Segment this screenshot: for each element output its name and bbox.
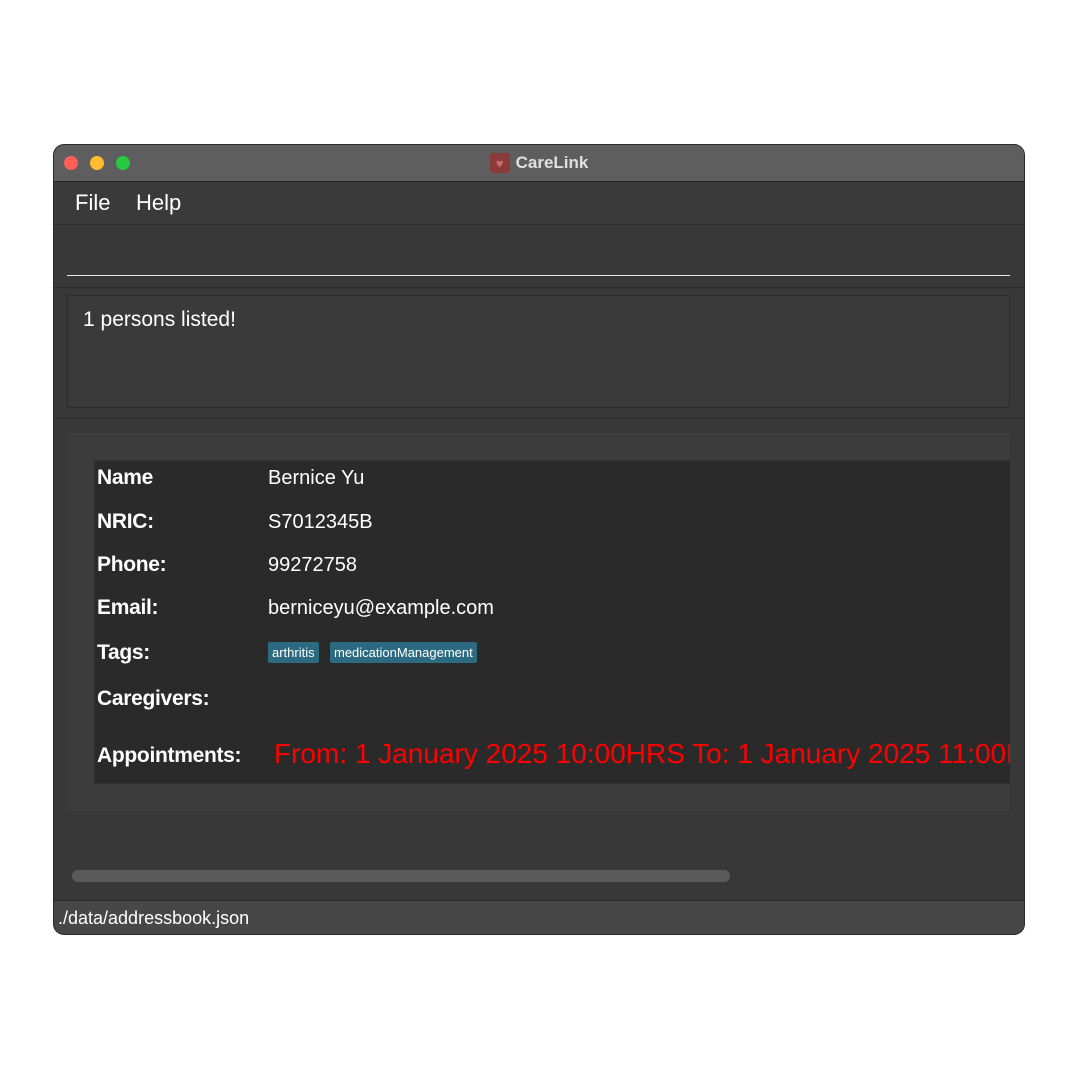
window-title-group: ♥ CareLink — [54, 145, 1024, 181]
person-list-container: Name Bernice Yu NRIC: S7012345B Phone: 9… — [54, 419, 1024, 899]
email-value: berniceyu@example.com — [268, 597, 494, 619]
name-value: Bernice Yu — [268, 467, 365, 489]
title-bar[interactable]: ♥ CareLink — [54, 145, 1024, 182]
phone-value: 99272758 — [268, 554, 357, 576]
horizontal-scrollbar[interactable] — [67, 868, 1010, 886]
tags-label: Tags: — [97, 641, 150, 664]
phone-label: Phone: — [97, 553, 167, 576]
window-title: CareLink — [515, 153, 589, 172]
save-file-path: ./data/addressbook.json — [58, 908, 250, 928]
person-card[interactable]: Name Bernice Yu NRIC: S7012345B Phone: 9… — [94, 460, 1010, 784]
appointment-value: From: 1 January 2025 10:00HRS To: 1 Janu… — [274, 738, 1010, 769]
tag-chip: medicationManagement — [330, 642, 477, 663]
menu-file[interactable]: File — [75, 190, 110, 216]
nric-label: NRIC: — [97, 510, 154, 533]
name-label: Name — [97, 466, 153, 489]
horizontal-scrollbar-thumb[interactable] — [72, 870, 730, 882]
nric-value: S7012345B — [268, 511, 373, 533]
command-box-container — [54, 225, 1024, 288]
person-list[interactable]: Name Bernice Yu NRIC: S7012345B Phone: 9… — [67, 433, 1010, 811]
email-label: Email: — [97, 596, 159, 619]
tag-chip: arthritis — [268, 642, 319, 663]
result-display[interactable]: 1 persons listed! — [67, 295, 1010, 408]
menu-bar: File Help — [54, 182, 1024, 225]
carelink-logo-icon: ♥ — [489, 153, 510, 173]
menu-help[interactable]: Help — [136, 190, 181, 216]
appointments-label: Appointments: — [97, 744, 242, 767]
result-display-container: 1 persons listed! — [54, 288, 1024, 419]
command-input[interactable] — [67, 231, 1010, 276]
result-message: 1 persons listed! — [83, 308, 236, 331]
app-window: ♥ CareLink File Help 1 persons listed! N… — [54, 145, 1024, 934]
caregivers-label: Caregivers: — [97, 687, 210, 710]
status-bar: ./data/addressbook.json — [54, 900, 1024, 934]
